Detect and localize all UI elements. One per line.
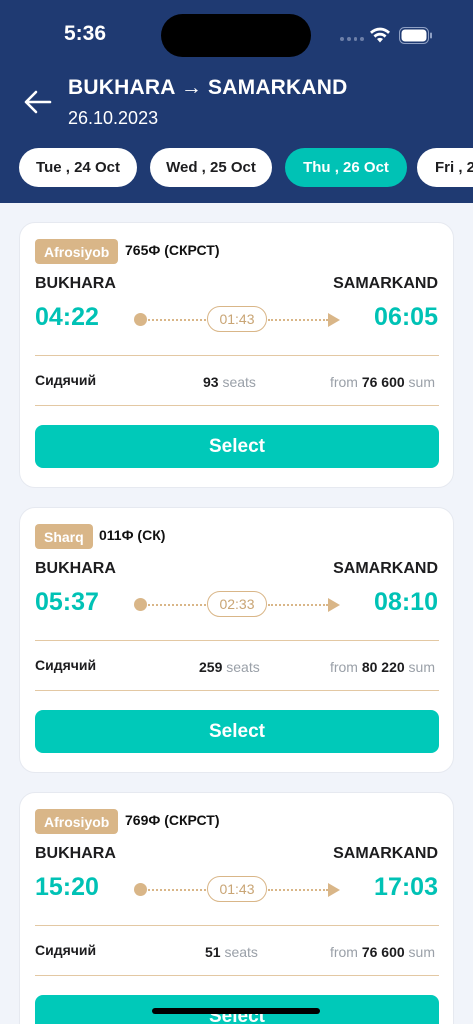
timeline-arrow-icon: [328, 313, 340, 327]
battery-icon: [399, 27, 432, 44]
arrival-city: SAMARKAND: [333, 275, 438, 292]
wifi-icon: [370, 27, 390, 43]
home-indicator[interactable]: [152, 1008, 320, 1014]
ticket-price: from 76 600 sum: [329, 944, 435, 960]
arrival-time: 08:10: [374, 588, 438, 616]
timeline-line: [148, 604, 206, 606]
seat-class: Сидячий: [35, 372, 97, 388]
train-card: Sharq 011Ф (СК) BUKHARA SAMARKAND 05:37 …: [19, 507, 454, 773]
departure-city: BUKHARA: [35, 845, 116, 862]
train-brand-badge: Afrosiyob: [35, 809, 119, 834]
trip-timeline: 02:33: [134, 591, 342, 617]
timeline-line: [148, 889, 206, 891]
back-arrow-icon[interactable]: [24, 90, 52, 114]
seat-class: Сидячий: [35, 657, 97, 673]
trip-duration: 02:33: [207, 591, 267, 617]
train-card: Afrosiyob 769Ф (СКРСТ) BUKHARA SAMARKAND…: [19, 792, 454, 1024]
date-tab-tue-24[interactable]: Tue , 24 Oct: [19, 148, 137, 187]
train-code: 769Ф (СКРСТ): [125, 812, 220, 828]
ticket-price: from 80 220 sum: [329, 659, 435, 675]
departure-city: BUKHARA: [35, 275, 116, 292]
date-tab-fri[interactable]: Fri , 2: [417, 148, 473, 187]
timeline-arrow-icon: [328, 883, 340, 897]
route-title: BUKHARA → SAMARKAND: [68, 76, 348, 99]
header: 5:36 BUKHARA → SAMARKAND 26.10.2023 Tue …: [0, 0, 473, 203]
select-button[interactable]: Select: [35, 710, 439, 753]
arrival-city: SAMARKAND: [333, 560, 438, 577]
divider: [35, 925, 439, 926]
cellular-signal-icon: [340, 37, 364, 43]
ticket-price: from 76 600 sum: [329, 374, 435, 390]
divider: [35, 690, 439, 691]
trip-duration: 01:43: [207, 306, 267, 332]
seats-available: 259 seats: [199, 659, 260, 675]
departure-time: 05:37: [35, 588, 99, 616]
trip-timeline: 01:43: [134, 306, 342, 332]
train-card: Afrosiyob 765Ф (СКРСТ) BUKHARA SAMARKAND…: [19, 222, 454, 488]
arrival-time: 06:05: [374, 303, 438, 331]
route-date: 26.10.2023: [68, 108, 159, 128]
train-code: 765Ф (СКРСТ): [125, 242, 220, 258]
timeline-arrow-icon: [328, 598, 340, 612]
select-button[interactable]: Select: [35, 425, 439, 468]
status-time: 5:36: [64, 22, 107, 45]
seats-available: 51 seats: [205, 944, 258, 960]
timeline-start-dot: [134, 883, 147, 896]
seat-class: Сидячий: [35, 942, 97, 958]
divider: [35, 405, 439, 406]
timeline-line: [148, 319, 206, 321]
date-tab-wed-25[interactable]: Wed , 25 Oct: [150, 148, 272, 187]
trip-timeline: 01:43: [134, 876, 342, 902]
train-code: 011Ф (СК): [99, 527, 166, 543]
train-brand-badge: Afrosiyob: [35, 239, 119, 264]
departure-time: 04:22: [35, 303, 99, 331]
timeline-line: [268, 319, 328, 321]
divider: [35, 975, 439, 976]
divider: [35, 355, 439, 356]
divider: [35, 640, 439, 641]
departure-time: 15:20: [35, 873, 99, 901]
arrival-time: 17:03: [374, 873, 438, 901]
status-bar: 5:36: [0, 0, 473, 70]
departure-city: BUKHARA: [35, 560, 116, 577]
timeline-line: [268, 604, 328, 606]
date-tabs: Tue , 24 Oct Wed , 25 Oct Thu , 26 Oct F…: [19, 148, 473, 187]
seats-available: 93 seats: [203, 374, 256, 390]
timeline-start-dot: [134, 598, 147, 611]
timeline-start-dot: [134, 313, 147, 326]
timeline-line: [268, 889, 328, 891]
arrival-city: SAMARKAND: [333, 845, 438, 862]
dynamic-island: [161, 14, 311, 57]
train-brand-badge: Sharq: [35, 524, 93, 549]
trip-duration: 01:43: [207, 876, 267, 902]
date-tab-thu-26[interactable]: Thu , 26 Oct: [285, 148, 407, 187]
